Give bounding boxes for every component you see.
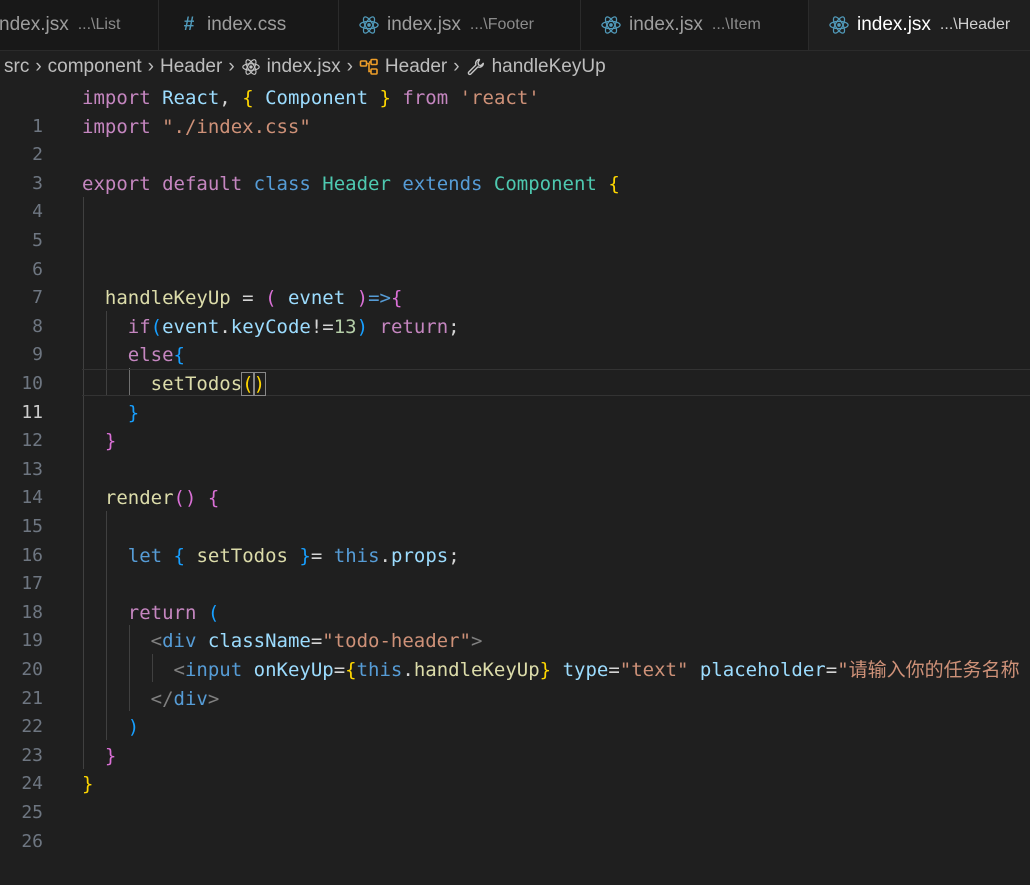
code-line[interactable]: 25 } xyxy=(0,770,1030,823)
wrench-icon xyxy=(466,57,486,77)
tab-label: index.jsx xyxy=(629,14,703,35)
code-line[interactable]: 17 let { setTodos }= this.props; xyxy=(0,542,1030,595)
breadcrumb-label: Header xyxy=(384,56,448,77)
react-icon xyxy=(241,57,261,77)
code-line[interactable]: 7 xyxy=(0,256,1030,308)
code-line-current[interactable]: 11 setTodos() xyxy=(0,370,1030,423)
tab-path: ...\Item xyxy=(711,16,761,33)
tab-path: ...\Header xyxy=(939,16,1011,33)
code-line[interactable]: 2 import "./index.css" xyxy=(0,113,1030,166)
react-icon xyxy=(829,15,849,35)
css-hash-icon: # xyxy=(183,14,195,35)
code-line[interactable]: 15 render() { xyxy=(0,484,1030,537)
tab-index-jsx-list[interactable]: ndex.jsx ...\List xyxy=(0,0,159,50)
tab-index-css[interactable]: # index.css xyxy=(159,0,339,50)
code-line[interactable]: 16 xyxy=(0,513,1030,566)
tab-label: index.css xyxy=(207,14,287,35)
chevron-right-icon: › xyxy=(228,56,235,77)
code-line[interactable]: 20 <div className="todo-header"> xyxy=(0,627,1030,680)
line-number: 26 xyxy=(21,830,43,852)
tab-index-jsx-item[interactable]: index.jsx ...\Item xyxy=(581,0,809,50)
react-icon xyxy=(601,15,621,35)
code-line[interactable]: 24 } xyxy=(0,742,1030,795)
code-line[interactable]: 21 <input onKeyUp={this.handleKeyUp} typ… xyxy=(0,656,1030,709)
breadcrumb-item-src[interactable]: src xyxy=(4,56,29,78)
code-line[interactable]: 6 xyxy=(0,227,1030,280)
tab-label: index.jsx xyxy=(857,14,931,35)
chevron-right-icon: › xyxy=(35,56,42,77)
tab-path: ...\List xyxy=(77,16,121,33)
breadcrumb-item-header-folder[interactable]: Header xyxy=(160,56,222,78)
code-line[interactable]: 26 xyxy=(0,799,1030,852)
code-line[interactable]: 22 </div> xyxy=(0,685,1030,738)
breadcrumb-item-file[interactable]: index.jsx xyxy=(241,56,341,78)
code-line[interactable]: 14 xyxy=(0,456,1030,508)
tab-index-jsx-header[interactable]: index.jsx ...\Header xyxy=(809,0,1030,50)
code-line[interactable]: 18 xyxy=(0,570,1030,623)
tab-label: index.jsx xyxy=(387,14,461,35)
code-editor[interactable]: 1 import React, { Component } from 'reac… xyxy=(0,84,1030,863)
tab-path: ...\Footer xyxy=(469,16,534,33)
code-line[interactable]: 8 handleKeyUp = ( evnet )=>{ xyxy=(0,284,1030,337)
chevron-right-icon: › xyxy=(346,56,353,77)
breadcrumb-label: index.jsx xyxy=(266,56,341,77)
editor-tab-bar: ndex.jsx ...\List # index.css index.jsx … xyxy=(0,0,1030,51)
code-line[interactable]: 1 import React, { Component } from 'reac… xyxy=(0,84,1030,137)
code-line[interactable]: 4 export default class Header extends Co… xyxy=(0,170,1030,223)
chevron-right-icon: › xyxy=(147,56,154,77)
code-line[interactable]: 13 } xyxy=(0,427,1030,480)
tab-label: ndex.jsx xyxy=(0,14,69,35)
class-symbol-icon xyxy=(359,57,379,77)
code-line[interactable]: 23 ) xyxy=(0,713,1030,766)
chevron-right-icon: › xyxy=(453,56,460,77)
breadcrumb: src › component › Header › index.jsx › H… xyxy=(0,50,1030,84)
breadcrumb-item-component[interactable]: component xyxy=(48,56,142,78)
breadcrumb-item-method[interactable]: handleKeyUp xyxy=(466,56,606,78)
code-line[interactable]: 19 return ( xyxy=(0,599,1030,652)
react-icon xyxy=(359,15,379,35)
code-line[interactable]: 9 if(event.keyCode!=13) return; xyxy=(0,313,1030,366)
code-line[interactable]: 12 } xyxy=(0,399,1030,452)
code-line[interactable]: 3 xyxy=(0,141,1030,194)
breadcrumb-label: handleKeyUp xyxy=(491,56,606,77)
tab-index-jsx-footer[interactable]: index.jsx ...\Footer xyxy=(339,0,581,50)
breadcrumb-item-class[interactable]: Header xyxy=(359,56,447,78)
code-line[interactable]: 10 else{ xyxy=(0,341,1030,394)
code-line[interactable]: 5 xyxy=(0,198,1030,251)
